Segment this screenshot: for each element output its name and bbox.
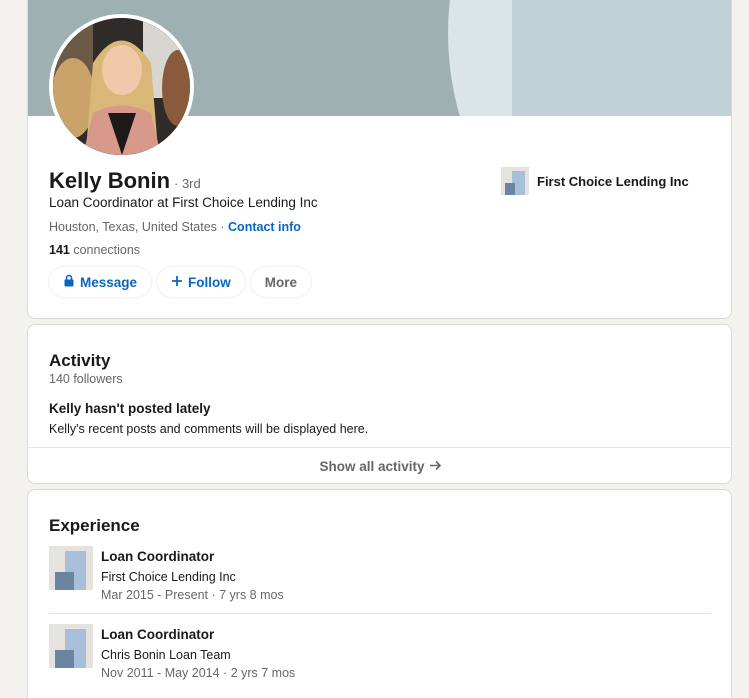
activity-title: Activity — [49, 351, 111, 370]
show-all-activity-button[interactable]: Show all activity — [28, 447, 731, 483]
profile-headline: Loan Coordinator at First Choice Lending… — [49, 195, 318, 210]
arrow-right-icon — [429, 459, 442, 474]
connections-label: connections — [69, 243, 141, 257]
profile-name: Kelly Bonin — [49, 168, 171, 193]
message-button-label: Message — [80, 274, 138, 290]
profile-location-row: Houston, Texas, United States · Contact … — [49, 220, 301, 234]
experience-card: Experience Loan Coordinator First Choice… — [27, 489, 732, 698]
experience-company: Chris Bonin Loan Team — [101, 648, 231, 662]
contact-info-link[interactable]: Contact info — [228, 220, 301, 234]
location-separator: · — [216, 220, 229, 234]
more-button-label: More — [264, 274, 298, 290]
profile-top-card: Kelly Bonin · 3rd Loan Coordinator at Fi… — [27, 0, 732, 319]
experience-job-title: Loan Coordinator — [101, 549, 215, 564]
no-posts-title: Kelly hasn't posted lately — [49, 401, 211, 416]
profile-name-row: Kelly Bonin · 3rd — [49, 168, 201, 194]
experience-divider — [49, 613, 711, 614]
building-logo-icon — [49, 546, 93, 590]
no-posts-description: Kelly's recent posts and comments will b… — [49, 422, 369, 436]
experience-job-title: Loan Coordinator — [101, 627, 215, 642]
follow-button-label: Follow — [188, 274, 231, 290]
connections-number: 141 — [49, 243, 70, 257]
experience-item[interactable]: Loan Coordinator Chris Bonin Loan Team N… — [49, 624, 711, 694]
profile-actions: Message Follow More — [49, 267, 312, 297]
follow-button[interactable]: Follow — [157, 267, 245, 297]
experience-title: Experience — [49, 516, 140, 535]
building-logo-icon — [49, 624, 93, 668]
current-company-name: First Choice Lending Inc — [537, 173, 689, 189]
profile-avatar[interactable] — [49, 14, 194, 159]
connections-count[interactable]: 141 connections — [49, 243, 140, 257]
experience-item[interactable]: Loan Coordinator First Choice Lending In… — [49, 546, 711, 616]
followers-count: 140 followers — [49, 372, 123, 386]
message-button[interactable]: Message — [49, 267, 152, 297]
plus-icon — [171, 275, 183, 290]
connection-degree: · 3rd — [174, 176, 201, 191]
experience-dates: Mar 2015 - Present · 7 yrs 8 mos — [101, 588, 284, 602]
avatar-photo — [53, 18, 190, 155]
banner-shape — [512, 0, 731, 116]
experience-company: First Choice Lending Inc — [101, 570, 236, 584]
experience-dates: Nov 2011 - May 2014 · 2 yrs 7 mos — [101, 666, 296, 680]
profile-location: Houston, Texas, United States — [49, 220, 217, 234]
show-all-activity-label: Show all activity — [319, 459, 425, 474]
activity-card: Activity 140 followers Kelly hasn't post… — [27, 324, 732, 484]
building-logo-icon — [501, 167, 529, 195]
current-company-link[interactable]: First Choice Lending Inc — [501, 167, 689, 195]
lock-icon — [63, 274, 75, 290]
more-button[interactable]: More — [250, 267, 312, 297]
